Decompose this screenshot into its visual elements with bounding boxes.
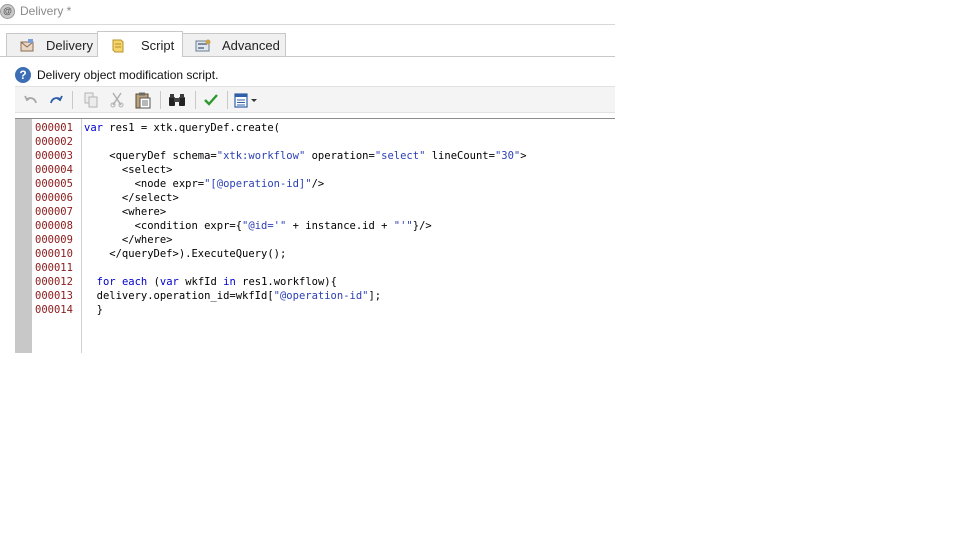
code-line: var res1 = xtk.queryDef.create( bbox=[84, 122, 280, 134]
help-icon: ? bbox=[15, 67, 31, 83]
cut-button[interactable] bbox=[107, 90, 127, 110]
line-number: 000008 bbox=[35, 220, 73, 232]
line-number: 000010 bbox=[35, 248, 73, 260]
line-number: 000002 bbox=[35, 136, 73, 148]
line-number: 000003 bbox=[35, 150, 73, 162]
code-line: </select> bbox=[84, 192, 179, 204]
line-number: 000009 bbox=[35, 234, 73, 246]
undo-icon bbox=[24, 95, 37, 104]
redo-button[interactable] bbox=[46, 90, 66, 110]
title-bar: @ Delivery * bbox=[0, 0, 615, 25]
delivery-icon bbox=[20, 39, 34, 52]
toolbar-separator bbox=[160, 91, 161, 109]
cut-icon bbox=[110, 92, 124, 108]
line-number: 000012 bbox=[35, 276, 73, 288]
code-line: delivery.operation_id=wkfId["@operation-… bbox=[84, 290, 382, 302]
copy-button[interactable] bbox=[81, 90, 101, 110]
copy-icon bbox=[84, 92, 98, 108]
paste-icon bbox=[135, 92, 151, 108]
tab-delivery[interactable]: Delivery bbox=[6, 33, 98, 56]
script-editor[interactable]: 000001 000002 000003 000004 000005 00000… bbox=[15, 118, 615, 353]
undo-button[interactable] bbox=[21, 90, 41, 110]
tabs-divider bbox=[0, 56, 615, 57]
code-line: <node expr="[@operation-id]"/> bbox=[84, 178, 325, 190]
binoculars-icon bbox=[169, 94, 185, 106]
check-syntax-button[interactable] bbox=[201, 90, 221, 110]
window-title: Delivery * bbox=[20, 4, 72, 18]
code-line: <where> bbox=[84, 206, 167, 218]
app-icon: @ bbox=[0, 4, 15, 19]
insert-menu-button[interactable] bbox=[234, 90, 260, 110]
advanced-icon bbox=[195, 39, 211, 52]
editor-toolbar bbox=[15, 86, 615, 113]
line-number: 000001 bbox=[35, 122, 73, 134]
line-number: 000011 bbox=[35, 262, 73, 274]
code-line: <queryDef schema="xtk:workflow" operatio… bbox=[84, 150, 527, 162]
line-number: 000007 bbox=[35, 206, 73, 218]
insert-dropdown-icon bbox=[234, 93, 257, 108]
paste-button[interactable] bbox=[133, 90, 153, 110]
toolbar-separator bbox=[72, 91, 73, 109]
line-number: 000004 bbox=[35, 164, 73, 176]
code-line: <condition expr={"@id='" + instance.id +… bbox=[84, 220, 432, 232]
checkmark-icon bbox=[204, 94, 218, 106]
tab-script-label: Script bbox=[141, 38, 175, 53]
tab-delivery-label: Delivery bbox=[46, 38, 93, 53]
tab-advanced-label: Advanced bbox=[222, 38, 280, 53]
line-number: 000014 bbox=[35, 304, 73, 316]
tab-advanced[interactable]: Advanced bbox=[182, 33, 286, 56]
tab-script[interactable]: Script bbox=[97, 31, 183, 57]
code-line: for each (var wkfId in res1.workflow){ bbox=[96, 276, 337, 288]
code-line: <select> bbox=[84, 164, 173, 176]
delivery-window: @ Delivery * Delivery Script Advanced ? … bbox=[0, 0, 615, 353]
script-icon bbox=[112, 39, 124, 53]
code-line: </queryDef>).ExecuteQuery(); bbox=[84, 248, 287, 260]
find-button[interactable] bbox=[167, 90, 187, 110]
redo-icon bbox=[50, 95, 63, 104]
code-line: } bbox=[84, 304, 103, 316]
editor-gutter bbox=[15, 119, 32, 353]
line-number: 000005 bbox=[35, 178, 73, 190]
line-number-column: 000001 000002 000003 000004 000005 00000… bbox=[32, 119, 82, 353]
line-number: 000013 bbox=[35, 290, 73, 302]
line-number: 000006 bbox=[35, 192, 73, 204]
code-line: </where> bbox=[84, 234, 173, 246]
toolbar-separator bbox=[195, 91, 196, 109]
description-text: Delivery object modification script. bbox=[37, 68, 219, 82]
toolbar-separator bbox=[227, 91, 228, 109]
